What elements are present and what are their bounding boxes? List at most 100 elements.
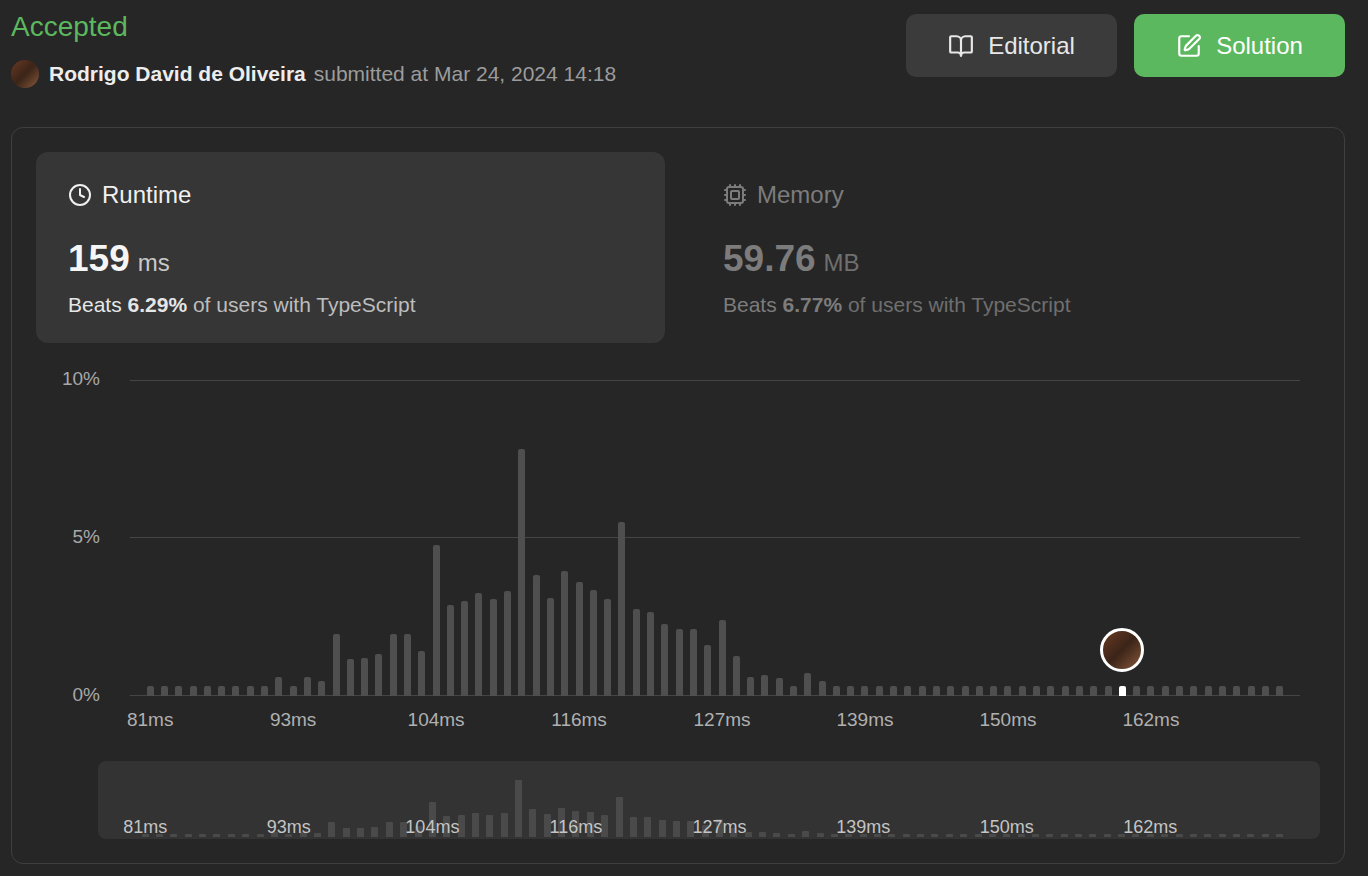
metric-value: 159 bbox=[68, 238, 130, 280]
chart-bar[interactable] bbox=[604, 599, 611, 695]
chart-bar[interactable] bbox=[704, 645, 711, 696]
chart-bar[interactable] bbox=[561, 571, 568, 696]
chart-bar[interactable] bbox=[275, 677, 282, 696]
navigator-tick-label: 127ms bbox=[693, 816, 747, 838]
chart-bar[interactable] bbox=[804, 673, 811, 695]
chart-bar[interactable] bbox=[247, 686, 254, 695]
chart-bar[interactable] bbox=[404, 634, 411, 696]
chart-bar[interactable] bbox=[1147, 686, 1154, 695]
chart-bar[interactable] bbox=[1219, 686, 1226, 695]
chart-bar[interactable] bbox=[690, 629, 697, 695]
chart-bar[interactable] bbox=[1233, 686, 1240, 695]
chart-bar[interactable] bbox=[1176, 686, 1183, 695]
grid-line bbox=[130, 537, 1300, 538]
runtime-metric[interactable]: Runtime159msBeats 6.29% of users with Ty… bbox=[36, 152, 665, 343]
chart-bar[interactable] bbox=[318, 681, 325, 695]
chart-bar[interactable] bbox=[747, 677, 754, 696]
chart-bar[interactable] bbox=[618, 522, 625, 696]
chart-bar[interactable] bbox=[947, 686, 954, 695]
x-tick-label: 162ms bbox=[1122, 706, 1179, 735]
chart-bar[interactable] bbox=[833, 686, 840, 695]
chart-bar[interactable] bbox=[490, 599, 497, 695]
chart-bar[interactable] bbox=[547, 598, 554, 696]
navigator-bar bbox=[1219, 834, 1226, 836]
chart-bar[interactable] bbox=[290, 686, 297, 695]
chart-bar[interactable] bbox=[590, 590, 597, 696]
chart-bar[interactable] bbox=[1190, 686, 1197, 695]
chart-bar[interactable] bbox=[904, 686, 911, 695]
chart-bar[interactable] bbox=[1076, 686, 1083, 695]
chart-bar[interactable] bbox=[1062, 686, 1069, 695]
chart-bar[interactable] bbox=[161, 686, 168, 695]
chart-bar[interactable] bbox=[1047, 686, 1054, 695]
chart-bar[interactable] bbox=[661, 624, 668, 695]
chart-bar[interactable] bbox=[647, 612, 654, 696]
chart-bar[interactable] bbox=[518, 449, 525, 695]
chart-bar[interactable] bbox=[433, 545, 440, 695]
chart-bar[interactable] bbox=[504, 591, 511, 695]
navigator-bar bbox=[802, 831, 809, 836]
chart-bar[interactable] bbox=[976, 686, 983, 695]
chart-bar[interactable] bbox=[218, 686, 225, 695]
chart-bar[interactable] bbox=[890, 686, 897, 695]
chart-bar[interactable] bbox=[390, 634, 397, 696]
chart-bar[interactable] bbox=[1262, 686, 1269, 695]
navigator-bar bbox=[314, 833, 321, 836]
chart-bar[interactable] bbox=[847, 686, 854, 695]
chart-bar[interactable] bbox=[232, 686, 239, 695]
chart-bar[interactable] bbox=[261, 686, 268, 695]
chart-bar[interactable] bbox=[861, 686, 868, 695]
chart-bar[interactable] bbox=[776, 678, 783, 695]
chart-bar[interactable] bbox=[633, 609, 640, 696]
navigator-bar bbox=[1190, 834, 1197, 836]
chart-bar[interactable] bbox=[418, 651, 425, 695]
chart-bar[interactable] bbox=[962, 686, 969, 695]
chart-bar[interactable] bbox=[175, 686, 182, 695]
chart-bar[interactable] bbox=[1205, 686, 1212, 695]
chart-bar[interactable] bbox=[361, 658, 368, 696]
chart-bar[interactable] bbox=[1033, 686, 1040, 695]
chart-bar[interactable] bbox=[1019, 686, 1026, 695]
memory-metric[interactable]: Memory59.76MBBeats 6.77% of users with T… bbox=[691, 152, 1320, 343]
chart-navigator[interactable]: 81ms93ms104ms116ms127ms139ms150ms162ms bbox=[98, 761, 1320, 839]
chart-bar[interactable] bbox=[719, 620, 726, 696]
submission-header: AcceptedRodrigo David de Oliveirasubmitt… bbox=[11, 10, 1345, 90]
navigator-bar bbox=[773, 833, 780, 837]
your-runtime-bar[interactable] bbox=[1119, 686, 1126, 695]
chart-bar[interactable] bbox=[576, 582, 583, 696]
chart-bar[interactable] bbox=[1105, 686, 1112, 695]
chart-bar[interactable] bbox=[761, 675, 768, 696]
chart-bar[interactable] bbox=[1248, 686, 1255, 695]
solution-button[interactable]: Solution bbox=[1134, 14, 1345, 77]
editorial-button[interactable]: Editorial bbox=[906, 14, 1117, 77]
chart-bar[interactable] bbox=[933, 686, 940, 695]
chart-bar[interactable] bbox=[333, 634, 340, 696]
chart-bar[interactable] bbox=[475, 593, 482, 696]
navigator-bar bbox=[1233, 834, 1240, 836]
chart-bar[interactable] bbox=[676, 629, 683, 695]
author-name[interactable]: Rodrigo David de Oliveira bbox=[49, 58, 306, 90]
chart-bar[interactable] bbox=[1133, 686, 1140, 695]
chart-bar[interactable] bbox=[447, 605, 454, 695]
navigator-bar bbox=[357, 828, 364, 837]
chart-bar[interactable] bbox=[1004, 686, 1011, 695]
chart-bar[interactable] bbox=[204, 686, 211, 695]
chart-bar[interactable] bbox=[1090, 686, 1097, 695]
chart-bar[interactable] bbox=[990, 686, 997, 695]
navigator-bar bbox=[343, 828, 350, 836]
chart-bar[interactable] bbox=[819, 681, 826, 695]
chart-bar[interactable] bbox=[733, 656, 740, 696]
chart-bar[interactable] bbox=[533, 575, 540, 695]
chart-bar[interactable] bbox=[375, 654, 382, 695]
chart-bar[interactable] bbox=[876, 686, 883, 695]
chart-bar[interactable] bbox=[461, 601, 468, 696]
chart-bar[interactable] bbox=[1276, 686, 1283, 695]
chart-bar[interactable] bbox=[919, 686, 926, 695]
chart-bar[interactable] bbox=[190, 686, 197, 695]
chart-bar[interactable] bbox=[347, 659, 354, 695]
navigator-tick-label: 81ms bbox=[123, 816, 167, 838]
chart-bar[interactable] bbox=[790, 686, 797, 695]
chart-bar[interactable] bbox=[147, 686, 154, 695]
chart-bar[interactable] bbox=[304, 677, 311, 696]
chart-bar[interactable] bbox=[1162, 686, 1169, 695]
